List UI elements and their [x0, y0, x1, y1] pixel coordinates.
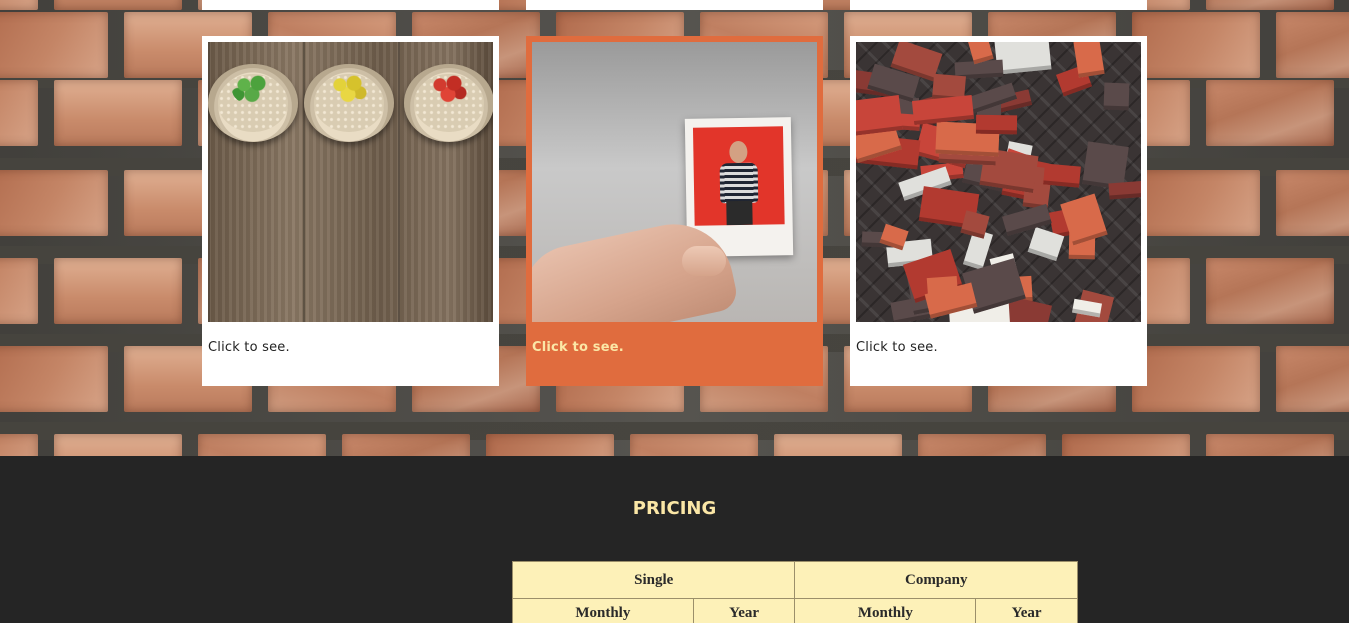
pricing-group-header: Company — [794, 561, 1078, 599]
gallery-card-3[interactable]: Click to see. — [850, 36, 1147, 386]
gallery-section: Click to see. Click to see. Click to see… — [0, 0, 1349, 456]
succulent-bowls-photo — [208, 42, 493, 322]
card-caption: Click to see. — [856, 340, 938, 355]
polaroid-photo — [532, 42, 817, 322]
town-rooftops-photo — [856, 42, 1141, 322]
pricing-period-header: Monthly — [512, 598, 694, 623]
card-caption: Click to see. — [532, 340, 624, 355]
pricing-period-header: Monthly — [794, 598, 977, 623]
gallery-card-stub[interactable] — [526, 0, 823, 10]
pricing-table: Single Company Monthly Year Monthly Year — [511, 561, 1078, 623]
pricing-period-header: Year — [975, 598, 1078, 623]
card-caption: Click to see. — [208, 340, 290, 355]
gallery-card-stub[interactable] — [202, 0, 499, 10]
pricing-section: PRICING Single Company Monthly Year Mont… — [0, 456, 1349, 623]
pricing-period-header: Year — [692, 598, 796, 623]
pricing-group-header: Single — [511, 561, 796, 599]
gallery-card-2[interactable]: Click to see. — [526, 36, 823, 386]
gallery-card-stub[interactable] — [850, 0, 1147, 10]
gallery-card-1[interactable]: Click to see. — [202, 36, 499, 386]
pricing-title: PRICING — [632, 498, 717, 519]
